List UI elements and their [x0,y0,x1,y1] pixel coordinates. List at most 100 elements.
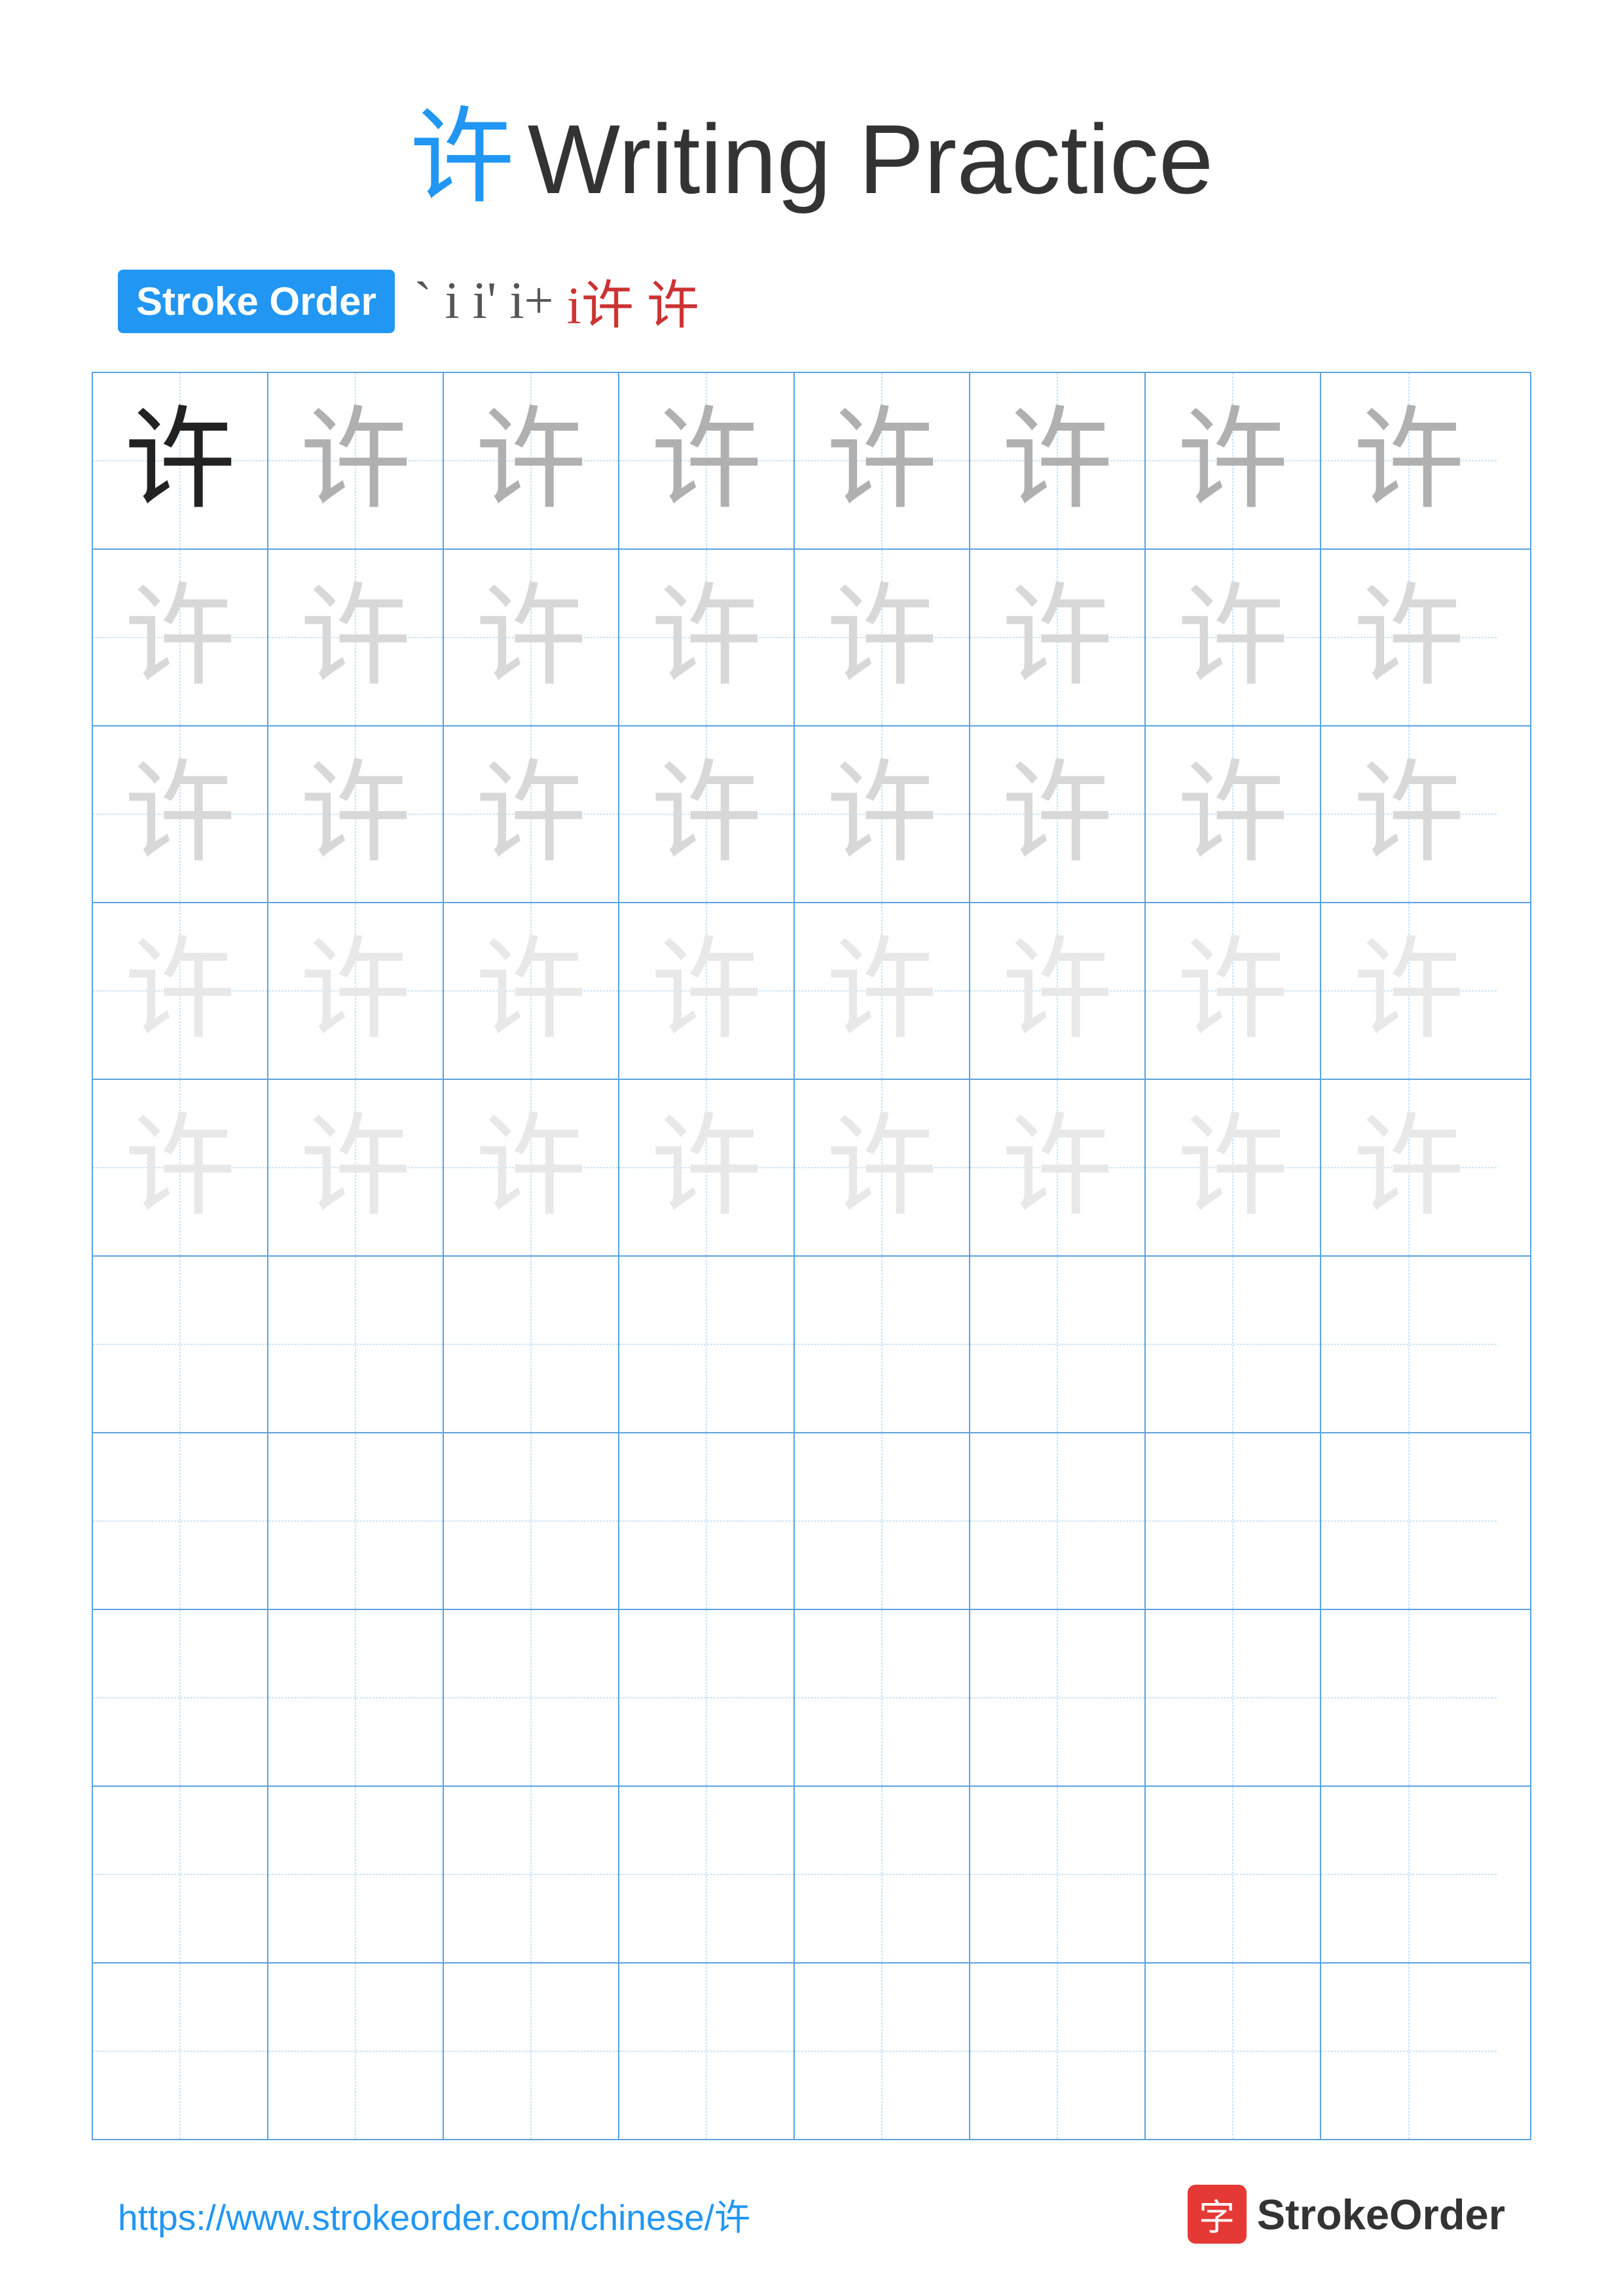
grid-cell[interactable]: 许 [444,726,619,902]
cell-char: 许 [300,582,411,693]
grid-cell[interactable]: 许 [1321,903,1497,1079]
grid-row: 许许许许许许许许 [93,903,1530,1080]
grid-row [93,1610,1530,1787]
grid-cell[interactable]: 许 [1321,373,1497,548]
grid-cell[interactable]: 许 [795,903,970,1079]
footer: https://www.strokeorder.com/chinese/许 字 … [0,2185,1623,2244]
grid-cell[interactable] [970,1964,1146,2139]
grid-cell[interactable] [970,1257,1146,1432]
cell-char: 许 [124,759,236,870]
grid-cell[interactable]: 许 [268,903,444,1079]
grid-cell[interactable] [444,1610,619,1785]
grid-cell[interactable] [268,1433,444,1609]
grid-cell[interactable] [970,1433,1146,1609]
grid-cell[interactable]: 许 [619,373,795,548]
grid-cell[interactable]: 许 [795,550,970,725]
grid-cell[interactable]: 许 [1146,550,1321,725]
grid-cell[interactable]: 许 [619,726,795,902]
grid-cell[interactable] [93,1787,268,1962]
cell-char: 许 [300,759,411,870]
grid-cell[interactable] [795,1964,970,2139]
grid-cell[interactable]: 许 [268,1080,444,1255]
grid-cell[interactable] [1146,1433,1321,1609]
grid-cell[interactable] [1146,1257,1321,1432]
cell-char: 许 [1002,935,1113,1047]
grid-cell[interactable] [970,1787,1146,1962]
cell-char: 许 [1177,582,1288,693]
grid-cell[interactable]: 许 [970,726,1146,902]
grid-cell[interactable] [444,1787,619,1962]
grid-cell[interactable]: 许 [268,550,444,725]
stroke-3: i' [473,272,497,331]
grid-cell[interactable]: 许 [795,1080,970,1255]
grid-row: 许许许许许许许许 [93,550,1530,726]
grid-cell[interactable] [1146,1964,1321,2139]
grid-cell[interactable] [619,1610,795,1785]
grid-cell[interactable]: 许 [1321,1080,1497,1255]
grid-cell[interactable]: 许 [93,1080,268,1255]
grid-cell[interactable] [1321,1787,1497,1962]
grid-cell[interactable] [1146,1610,1321,1785]
grid-cell[interactable] [444,1964,619,2139]
grid-cell[interactable]: 许 [1321,726,1497,902]
grid-cell[interactable]: 许 [1321,550,1497,725]
grid-cell[interactable]: 许 [93,373,268,548]
grid-cell[interactable] [1146,1787,1321,1962]
grid-cell[interactable]: 许 [619,903,795,1079]
stroke-sequence: ` i i' i+ i许 许 [414,263,699,339]
grid-row [93,1787,1530,1964]
grid-cell[interactable]: 许 [444,373,619,548]
grid-cell[interactable] [444,1433,619,1609]
grid-cell[interactable]: 许 [1146,903,1321,1079]
grid-cell[interactable]: 许 [1146,1080,1321,1255]
stroke-6: 许 [647,263,699,339]
grid-cell[interactable] [268,1964,444,2139]
grid-cell[interactable]: 许 [1146,373,1321,548]
stroke-4: i+ [509,272,553,331]
grid-cell[interactable] [1321,1610,1497,1785]
grid-cell[interactable] [795,1610,970,1785]
grid-cell[interactable] [93,1257,268,1432]
grid-cell[interactable] [795,1787,970,1962]
grid-cell[interactable]: 许 [970,373,1146,548]
grid-cell[interactable]: 许 [970,1080,1146,1255]
grid-cell[interactable] [268,1610,444,1785]
grid-cell[interactable]: 许 [444,550,619,725]
grid-cell[interactable] [93,1964,268,2139]
grid-cell[interactable] [268,1257,444,1432]
stroke-1: ` [414,272,432,331]
stroke-order-section: Stroke Order ` i i' i+ i许 许 [0,263,1623,339]
grid-cell[interactable] [795,1433,970,1609]
grid-cell[interactable]: 许 [1146,726,1321,902]
grid-cell[interactable] [1321,1257,1497,1432]
grid-cell[interactable] [268,1787,444,1962]
grid-cell[interactable] [970,1610,1146,1785]
cell-char: 许 [475,759,587,870]
grid-cell[interactable] [93,1433,268,1609]
grid-cell[interactable]: 许 [444,903,619,1079]
grid-cell[interactable]: 许 [93,903,268,1079]
grid-cell[interactable] [619,1257,795,1432]
grid-cell[interactable] [619,1964,795,2139]
grid-cell[interactable]: 许 [93,726,268,902]
cell-char: 许 [475,935,587,1047]
grid-cell[interactable]: 许 [444,1080,619,1255]
grid-cell[interactable]: 许 [795,726,970,902]
grid-cell[interactable]: 许 [970,550,1146,725]
grid-cell[interactable]: 许 [268,373,444,548]
grid-cell[interactable]: 许 [268,726,444,902]
grid-cell[interactable] [795,1257,970,1432]
grid-cell[interactable] [1321,1433,1497,1609]
grid-cell[interactable]: 许 [619,1080,795,1255]
grid-cell[interactable]: 许 [795,373,970,548]
grid-cell[interactable] [619,1433,795,1609]
grid-cell[interactable] [619,1787,795,1962]
grid-cell[interactable]: 许 [970,903,1146,1079]
grid-cell[interactable] [444,1257,619,1432]
grid-cell[interactable] [93,1610,268,1785]
grid-cell[interactable]: 许 [619,550,795,725]
grid-cell[interactable] [1321,1964,1497,2139]
grid-row: 许许许许许许许许 [93,373,1530,550]
grid-cell[interactable]: 许 [93,550,268,725]
cell-char: 许 [1177,1112,1288,1223]
